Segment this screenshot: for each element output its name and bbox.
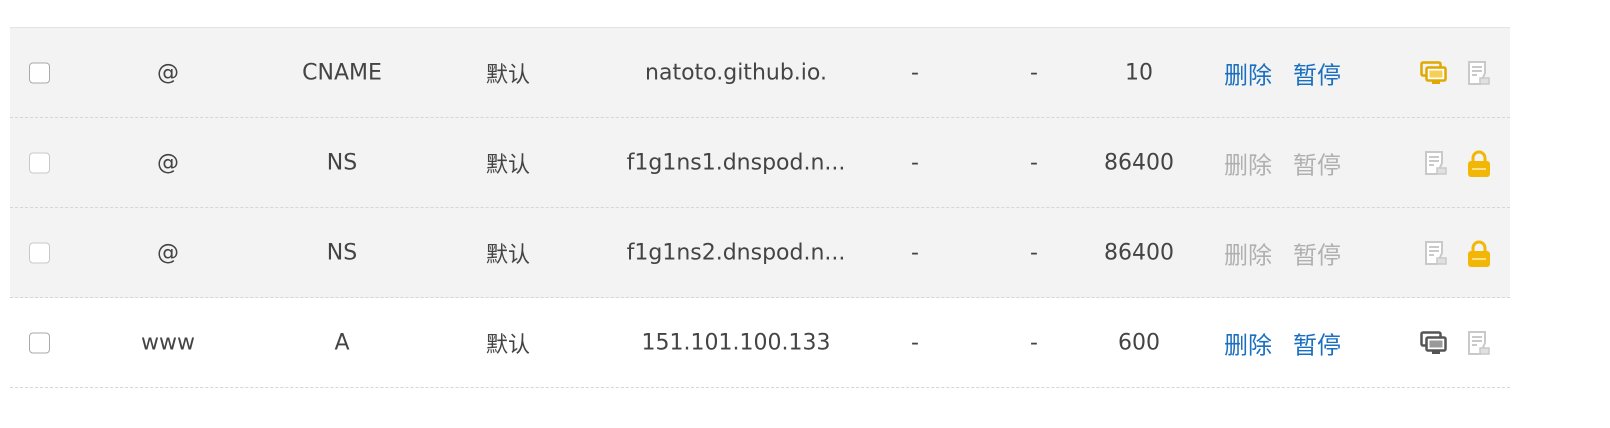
pause-button[interactable]: 暂停 bbox=[1293, 325, 1341, 360]
record-mx: - bbox=[911, 240, 919, 265]
delete-button: 删除 bbox=[1224, 241, 1272, 269]
record-mx: - bbox=[911, 60, 919, 85]
record-weight: - bbox=[1030, 330, 1038, 355]
lock-icon bbox=[1466, 150, 1492, 177]
remark-icon bbox=[1424, 240, 1450, 266]
remark-icon[interactable] bbox=[1467, 60, 1493, 86]
record-type: NS bbox=[326, 240, 358, 265]
remark-icon bbox=[1424, 150, 1450, 176]
row-checkbox[interactable] bbox=[29, 62, 50, 83]
delete-button: 删除 bbox=[1224, 151, 1272, 179]
record-host: @ bbox=[157, 60, 179, 85]
monitor-status-icon[interactable] bbox=[1420, 60, 1447, 86]
record-line: 默认 bbox=[485, 62, 531, 88]
record-line: 默认 bbox=[485, 242, 531, 268]
record-value: 151.101.100.133 bbox=[641, 330, 831, 355]
record-host: www bbox=[141, 330, 195, 355]
record-value: f1g1ns2.dnspod.n... bbox=[626, 240, 846, 265]
record-host: @ bbox=[157, 150, 179, 175]
record-line: 默认 bbox=[485, 152, 531, 178]
remark-icon[interactable] bbox=[1467, 330, 1493, 356]
record-ttl: 86400 bbox=[1104, 240, 1174, 265]
record-ttl: 600 bbox=[1118, 330, 1160, 355]
table-row: @ NS 默认 f1g1ns2.dnspod.n... - - 86400 删除… bbox=[10, 208, 1510, 298]
monitor-status-icon[interactable] bbox=[1420, 330, 1447, 356]
record-weight: - bbox=[1030, 150, 1038, 175]
pause-button: 暂停 bbox=[1293, 151, 1341, 179]
table-row: www A 默认 151.101.100.133 - - 600 删除 暂停 bbox=[10, 298, 1510, 388]
delete-button[interactable]: 删除 bbox=[1224, 55, 1272, 90]
table-row: @ NS 默认 f1g1ns1.dnspod.n... - - 86400 删除… bbox=[10, 118, 1510, 208]
row-checkbox bbox=[29, 152, 50, 173]
record-host: @ bbox=[157, 240, 179, 265]
table-row: @ CNAME 默认 natoto.github.io. - - 10 删除 暂… bbox=[10, 28, 1510, 118]
record-ttl: 86400 bbox=[1104, 150, 1174, 175]
record-mx: - bbox=[911, 150, 919, 175]
record-mx: - bbox=[911, 330, 919, 355]
record-line: 默认 bbox=[485, 332, 531, 358]
pause-button[interactable]: 暂停 bbox=[1293, 55, 1341, 90]
pause-button: 暂停 bbox=[1293, 241, 1341, 269]
record-type: A bbox=[334, 330, 350, 355]
record-type: NS bbox=[326, 150, 358, 175]
record-weight: - bbox=[1030, 240, 1038, 265]
row-checkbox[interactable] bbox=[29, 332, 50, 353]
record-weight: - bbox=[1030, 60, 1038, 85]
record-type: CNAME bbox=[302, 60, 382, 85]
record-value: natoto.github.io. bbox=[645, 60, 827, 85]
dns-record-table: @ CNAME 默认 natoto.github.io. - - 10 删除 暂… bbox=[10, 27, 1510, 388]
record-value: f1g1ns1.dnspod.n... bbox=[626, 150, 846, 175]
row-checkbox bbox=[29, 242, 50, 263]
lock-icon bbox=[1466, 240, 1492, 267]
record-ttl: 10 bbox=[1125, 60, 1153, 85]
delete-button[interactable]: 删除 bbox=[1224, 325, 1272, 360]
